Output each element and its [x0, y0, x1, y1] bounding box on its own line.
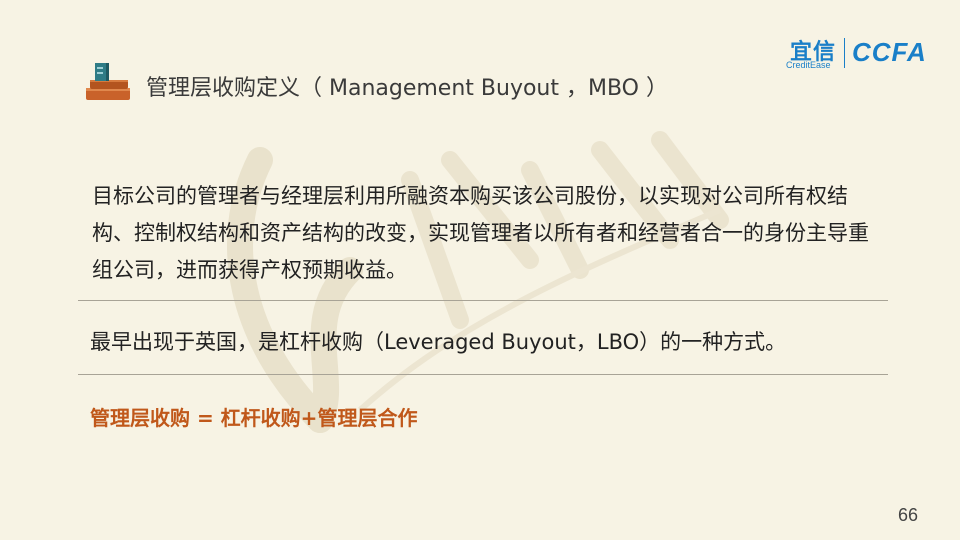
definition-paragraph: 目标公司的管理者与经理层利用所融资本购买该公司股份，以实现对公司所有权结构、控制…: [92, 184, 869, 282]
formula-text: 管理层收购 = 杠杆收购+管理层合作: [90, 406, 418, 430]
logo-en-text: CreditEase: [786, 60, 831, 70]
page-number: 66: [898, 505, 919, 525]
origin-text: 最早出现于英国，是杠杆收购（Leveraged Buyout，LBO）的一种方式…: [90, 330, 787, 354]
divider-line: [78, 300, 888, 301]
logo-divider: [844, 38, 845, 68]
logo-ccfa-text: CCFA: [852, 37, 927, 67]
company-logo: 宜信 CreditEase CCFA: [786, 36, 934, 72]
slide: 管理层收购定义（ Management Buyout ，MBO ） 宜信 Cre…: [0, 0, 960, 540]
divider-line: [78, 374, 888, 375]
stacked-books-icon: [86, 63, 130, 100]
slide-title: 管理层收购定义（ Management Buyout ，MBO ）: [146, 76, 668, 101]
